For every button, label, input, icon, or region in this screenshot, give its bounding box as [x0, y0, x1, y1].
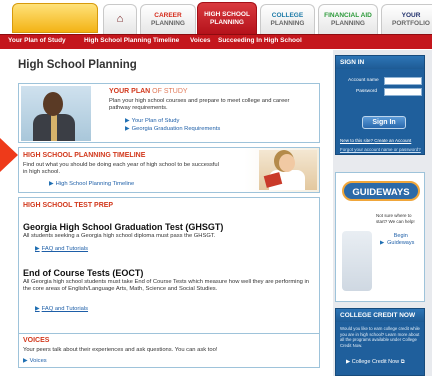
- tab-label: YOUR: [401, 12, 421, 19]
- college-credit-link[interactable]: ▶ College Credit Now ⧉: [346, 359, 405, 366]
- arrow-right-icon: ▶: [35, 246, 40, 252]
- voices-link[interactable]: ▶ Voices: [23, 357, 47, 364]
- tab-high-school-planning[interactable]: HIGH SCHOOL PLANNING: [197, 2, 257, 34]
- plan-title-main: YOUR PLAN: [109, 88, 151, 95]
- subnav-planning-timeline[interactable]: High School Planning Timeline: [84, 37, 179, 44]
- guide-figure: [342, 231, 372, 291]
- tab-career-planning[interactable]: CAREER PLANNING: [140, 4, 196, 34]
- plan-description: Plan your high school courses and prepar…: [109, 98, 290, 111]
- begin-guideways-link[interactable]: ▶ Begin Guideways: [380, 233, 416, 247]
- create-account-row: New to this site? Create an Account: [340, 138, 411, 143]
- eoct-description: All Georgia high school students must ta…: [23, 279, 310, 292]
- test-prep-card: HIGH SCHOOL TEST PREP Georgia High Schoo…: [18, 197, 320, 349]
- account-name-input[interactable]: [384, 77, 422, 85]
- guideways-question: Not sure where to start? We can help!: [376, 213, 415, 224]
- tab-sublabel: PLANNING: [151, 20, 185, 27]
- tab-label: FINANCIAL AID: [324, 12, 372, 19]
- ghsgt-description: All students seeking a Georgia high scho…: [23, 233, 216, 239]
- subnav-succeeding[interactable]: Succeeding In High School: [218, 37, 302, 44]
- subnav-plan-of-study[interactable]: Your Plan of Study: [8, 37, 66, 44]
- new-user-text: New to this site?: [340, 138, 374, 143]
- link-label: College Credit Now: [351, 359, 400, 365]
- site-logo[interactable]: [12, 3, 98, 33]
- plan-title-sub: OF STUDY: [150, 88, 188, 95]
- main-content: High School Planning YOUR PLAN OF STUDY …: [0, 50, 328, 376]
- plan-of-study-card: YOUR PLAN OF STUDY Plan your high school…: [18, 83, 320, 143]
- tab-financial-aid-planning[interactable]: FINANCIAL AID PLANNING: [318, 4, 378, 34]
- link-label: Begin Guideways: [387, 233, 415, 246]
- page-title: High School Planning: [18, 59, 137, 71]
- planning-timeline-card: HIGH SCHOOL PLANNING TIMELINE Find out w…: [18, 147, 320, 193]
- link-label: Your Plan of Study: [131, 118, 180, 124]
- tab-sublabel: PLANNING: [210, 19, 244, 26]
- test-prep-title: HIGH SCHOOL TEST PREP: [23, 202, 114, 209]
- timeline-description: Find out what you should be doing each y…: [23, 162, 219, 175]
- link-label: High School Planning Timeline: [55, 181, 135, 187]
- arrow-right-icon: ▶: [49, 181, 54, 187]
- voices-card: VOICES Your peers talk about their exper…: [18, 333, 320, 368]
- house-icon: ⌂: [116, 13, 124, 25]
- graduation-requirements-link[interactable]: ▶ Georgia Graduation Requirements: [125, 125, 220, 132]
- forgot-password-link[interactable]: Forgot your account name or password?: [340, 147, 421, 152]
- tab-college-planning[interactable]: COLLEGE PLANNING: [260, 4, 315, 34]
- tab-label: CAREER: [154, 12, 182, 19]
- arrow-pointer-icon: [0, 138, 18, 172]
- college-credit-panel: COLLEGE CREDIT NOW Would you like to ear…: [335, 308, 425, 376]
- tab-sublabel: PORTFOLIO: [392, 20, 430, 27]
- password-label: Password: [356, 89, 378, 94]
- guideways-logo[interactable]: GUIDEWAYS: [342, 181, 420, 201]
- link-label: Voices: [29, 358, 47, 364]
- external-window-icon: ⧉: [400, 359, 405, 365]
- plan-of-study-link[interactable]: ▶ Your Plan of Study: [125, 117, 179, 124]
- arrow-right-icon: ▶: [346, 359, 351, 365]
- arrow-right-icon: ▶: [380, 240, 385, 246]
- timeline-link[interactable]: ▶ High School Planning Timeline: [49, 180, 134, 187]
- tab-home[interactable]: ⌂: [103, 4, 137, 34]
- subnav-voices[interactable]: Voices: [190, 37, 210, 44]
- link-label: Georgia Graduation Requirements: [131, 126, 221, 132]
- voices-description: Your peers talk about their experiences …: [23, 347, 218, 353]
- voices-title: VOICES: [23, 337, 50, 344]
- plan-title: YOUR PLAN OF STUDY: [109, 88, 188, 95]
- eoct-heading: End of Course Tests (EOCT): [23, 268, 144, 278]
- tab-label: HIGH SCHOOL: [204, 11, 250, 18]
- eoct-faq-link[interactable]: ▶ FAQ and Tutorials: [35, 305, 88, 312]
- password-input[interactable]: [384, 88, 422, 96]
- arrow-right-icon: ▶: [35, 306, 40, 312]
- ghsgt-heading: Georgia High School Graduation Test (GHS…: [23, 222, 224, 232]
- college-credit-title: COLLEGE CREDIT NOW: [336, 309, 424, 322]
- tab-your-portfolio[interactable]: YOUR PORTFOLIO: [381, 4, 432, 34]
- link-label: FAQ and Tutorials: [41, 306, 89, 312]
- timeline-title: HIGH SCHOOL PLANNING TIMELINE: [23, 152, 146, 159]
- tab-label: COLLEGE: [271, 12, 304, 19]
- create-account-link[interactable]: Create an Account: [374, 138, 411, 143]
- guideways-panel[interactable]: GUIDEWAYS Not sure where to start? We ca…: [335, 172, 425, 302]
- sign-in-title: SIGN IN: [336, 56, 424, 69]
- tab-sublabel: PLANNING: [331, 20, 365, 27]
- account-name-label: Account name: [348, 78, 379, 83]
- college-credit-description: Would you like to earn college credit wh…: [340, 326, 420, 348]
- top-navigation: ⌂ CAREER PLANNING HIGH SCHOOL PLANNING C…: [0, 0, 432, 34]
- arrow-right-icon: ▶: [23, 358, 28, 364]
- ghsgt-faq-link[interactable]: ▶ FAQ and Tutorials: [35, 245, 88, 252]
- arrow-right-icon: ▶: [125, 118, 130, 124]
- tab-sublabel: PLANNING: [270, 20, 305, 27]
- arrow-right-icon: ▶: [125, 126, 130, 132]
- student-photo: [259, 150, 317, 190]
- link-label: FAQ and Tutorials: [41, 246, 89, 252]
- student-photo: [21, 86, 91, 141]
- subnav-bar: Your Plan of Study High School Planning …: [0, 34, 432, 49]
- right-sidebar: SIGN IN Account name Password Sign In Ne…: [333, 50, 432, 376]
- sign-in-button[interactable]: Sign In: [362, 116, 406, 129]
- sign-in-panel: SIGN IN Account name Password Sign In Ne…: [335, 55, 425, 155]
